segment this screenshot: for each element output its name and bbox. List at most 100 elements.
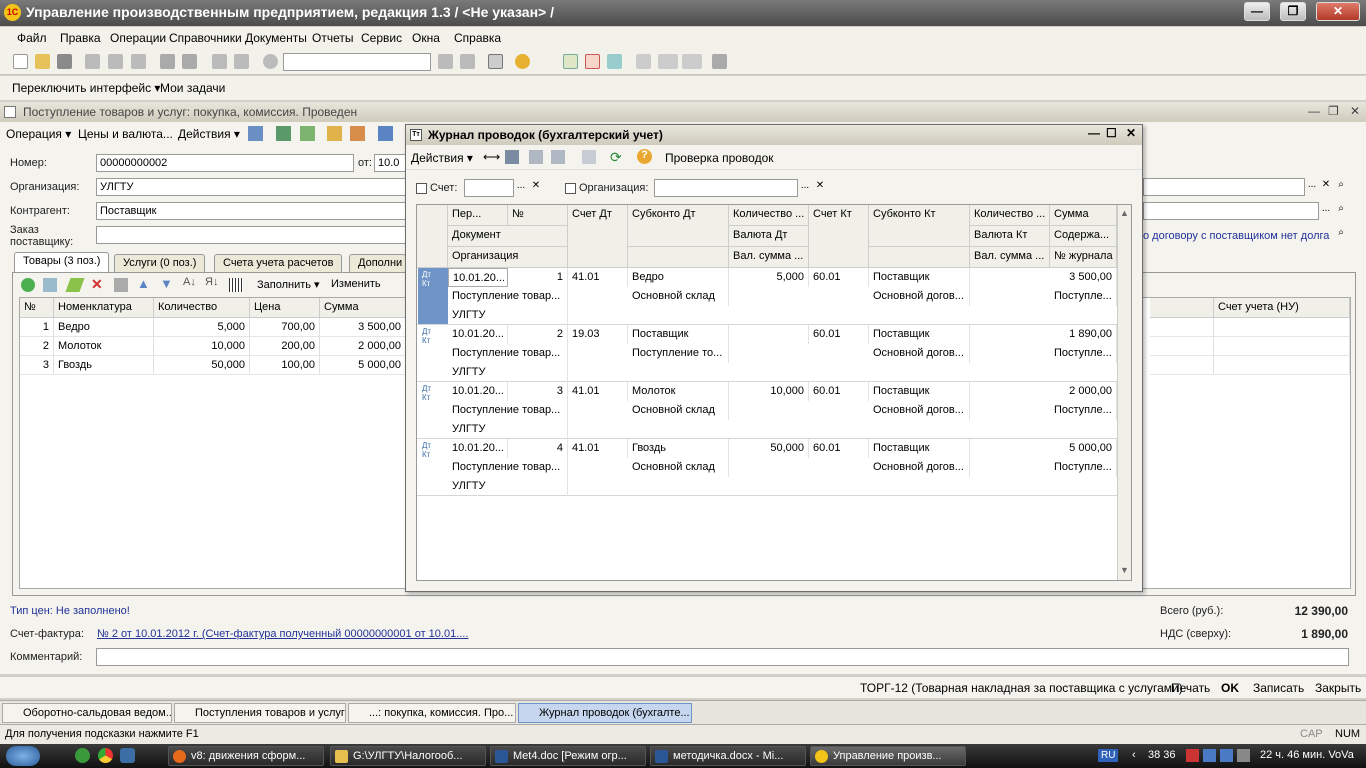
clear-filter-icon[interactable]	[582, 150, 596, 164]
menu-help[interactable]: Справка	[454, 31, 501, 45]
tab-services[interactable]: Услуги (0 поз.)	[114, 254, 206, 272]
doc-restore-button[interactable]: ❐	[1328, 104, 1339, 118]
col-price[interactable]: Цена	[250, 298, 320, 318]
organization-field[interactable]: УЛГТУ	[96, 178, 406, 196]
col-n[interactable]: №	[20, 298, 54, 318]
journal-actions-button[interactable]: Действия ▾	[411, 151, 473, 165]
quicklaunch-icon[interactable]	[75, 748, 90, 763]
menu-catalogs[interactable]: Справочники	[169, 31, 242, 45]
doc-close-button[interactable]: ✕	[1350, 104, 1360, 118]
taskbar-item-word2[interactable]: методичка.docx - Mi...	[650, 746, 806, 766]
col-content[interactable]: Содержа...	[1050, 226, 1117, 247]
col-currency-dt[interactable]: Валюта Дт	[729, 226, 809, 247]
search-icon[interactable]	[263, 54, 278, 69]
col-currency-kt[interactable]: Валюта Кт	[970, 226, 1050, 247]
journal-scrollbar[interactable]: ▲ ▼	[1117, 205, 1131, 580]
col-document[interactable]: Документ	[448, 226, 568, 247]
chrome-icon[interactable]	[98, 748, 113, 763]
actions-button[interactable]: Действия ▾	[178, 127, 240, 141]
move-down-icon[interactable]: ▼	[160, 276, 173, 291]
sort-desc-icon[interactable]: Я↓	[205, 276, 218, 288]
organization-open-icon[interactable]: ⌕	[1334, 179, 1348, 195]
new-icon[interactable]	[13, 54, 28, 69]
operation-button[interactable]: Операция ▾	[6, 127, 71, 141]
col-sum[interactable]: Сумма	[1050, 205, 1117, 226]
col-journal-number[interactable]: № журнала	[1050, 247, 1117, 268]
check-entries-button[interactable]: Проверка проводок	[665, 151, 774, 165]
torg12-button[interactable]: ТОРГ-12 (Товарная накладная за поставщик…	[860, 681, 1183, 695]
start-button[interactable]	[6, 746, 40, 766]
undo-icon[interactable]	[212, 54, 227, 69]
org-clear-icon[interactable]: ✕	[813, 180, 827, 196]
calendar-icon[interactable]	[585, 54, 600, 69]
contract-note[interactable]: о договору с поставщиком нет долга	[1143, 230, 1329, 242]
tray-expand-icon[interactable]: ‹	[1132, 749, 1136, 761]
language-indicator[interactable]: RU	[1098, 749, 1119, 762]
col-name[interactable]: Номенклатура	[54, 298, 154, 318]
supplier-order-field[interactable]	[96, 226, 406, 244]
account-filter-checkbox[interactable]	[416, 183, 427, 194]
col-sum[interactable]: Сумма	[320, 298, 406, 318]
minimize-button[interactable]: —	[1244, 2, 1270, 21]
org-select-button[interactable]: ...	[798, 180, 812, 196]
account-select-button[interactable]: ...	[514, 180, 528, 196]
journal-columns-icon[interactable]: ⟷	[483, 150, 500, 164]
calculator-icon[interactable]	[563, 54, 578, 69]
memory-plus-icon[interactable]	[658, 54, 678, 69]
contract-open-icon[interactable]: ⌕	[1334, 227, 1348, 243]
price-type-link[interactable]: Тип цен: Не заполнено!	[10, 605, 130, 617]
col-period[interactable]: Пер...	[448, 205, 508, 226]
close-button[interactable]: ✕	[1316, 2, 1360, 21]
doc-refresh-icon[interactable]	[276, 126, 291, 141]
memory-m-icon[interactable]	[636, 54, 651, 69]
col-subconto-kt[interactable]: Субконто Кт	[869, 205, 970, 247]
save-button[interactable]: Записать	[1253, 681, 1304, 695]
org-filter-checkbox[interactable]	[565, 183, 576, 194]
filter-history-icon[interactable]	[551, 150, 565, 164]
taskbar-item-firefox[interactable]: v8: движения сформ...	[168, 746, 324, 766]
tools-icon[interactable]	[712, 54, 727, 69]
edit-row-icon[interactable]	[65, 278, 85, 292]
window-tab-receipts[interactable]: Поступления товаров и услуг	[174, 703, 346, 723]
paste-icon[interactable]	[131, 54, 146, 69]
account-filter-input[interactable]	[464, 179, 514, 197]
end-edit-icon[interactable]	[114, 278, 128, 292]
filter-by-value-icon[interactable]	[529, 150, 543, 164]
organization-select-button[interactable]: ...	[1305, 179, 1319, 195]
fill-button[interactable]: Заполнить ▾	[257, 278, 320, 291]
search-input[interactable]	[283, 53, 431, 71]
col-tax-account[interactable]: Счет учета (НУ)	[1214, 298, 1350, 318]
col-extra[interactable]	[1150, 298, 1214, 318]
organization-field-tail[interactable]	[1143, 178, 1305, 196]
window-tab-turnover[interactable]: Оборотно-сальдовая ведом...	[2, 703, 172, 723]
col-organization[interactable]: Организация	[448, 247, 568, 268]
table-row[interactable]: Дт Кт 10.01.20... 4 Поступление товар... …	[417, 439, 1117, 496]
skype-icon[interactable]	[120, 748, 135, 763]
save-icon[interactable]	[57, 54, 72, 69]
find-prev-icon[interactable]	[460, 54, 475, 69]
journal-maximize-button[interactable]: ☐	[1106, 126, 1117, 140]
tray-volume-icon[interactable]	[1237, 749, 1250, 762]
menu-documents[interactable]: Документы	[245, 31, 307, 45]
invoice-link[interactable]: № 2 от 10.01.2012 г. (Счет-фактура получ…	[97, 628, 468, 640]
memory-minus-icon[interactable]	[682, 54, 702, 69]
table-row[interactable]: Дт Кт 10.01.20... 2 Поступление товар... …	[417, 325, 1117, 382]
change-button[interactable]: Изменить	[331, 278, 381, 290]
copy-icon[interactable]	[108, 54, 123, 69]
sort-asc-icon[interactable]: A↓	[183, 276, 196, 288]
prices-currency-button[interactable]: Цены и валюта...	[78, 127, 173, 141]
delete-row-icon[interactable]: ✕	[91, 276, 103, 293]
taskbar-item-explorer[interactable]: G:\УЛГТУ\Налогооб...	[330, 746, 486, 766]
find-next-icon[interactable]	[438, 54, 453, 69]
counterparty-select-button[interactable]: ...	[1319, 203, 1333, 219]
taskbar-item-word1[interactable]: Met4.doc [Режим огр...	[490, 746, 646, 766]
window-tab-purchase[interactable]: ...: покупка, комиссия. Про...	[348, 703, 516, 723]
help-icon[interactable]: ?	[637, 149, 652, 164]
window-tab-journal[interactable]: Журнал проводок (бухгалте...	[518, 703, 692, 723]
account-clear-icon[interactable]: ✕	[529, 180, 543, 196]
menu-reports[interactable]: Отчеты	[312, 31, 353, 45]
counterparty-open-icon[interactable]: ⌕	[1334, 203, 1348, 219]
menu-operations[interactable]: Операции	[110, 31, 166, 45]
col-subconto-dt[interactable]: Субконто Дт	[628, 205, 729, 247]
menu-edit[interactable]: Правка	[60, 31, 101, 45]
